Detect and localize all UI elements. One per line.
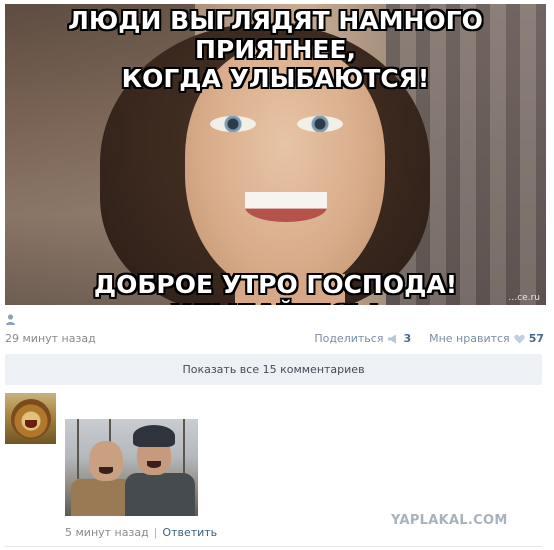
person-left-body: [71, 479, 133, 516]
tree-trunk: [183, 419, 185, 479]
meme-top-caption-line2: КОГДА УЛЫБАЮТСЯ!: [121, 64, 430, 93]
meme-image[interactable]: ЛЮДИ ВЫГЛЯДЯТ НАМНОГО ПРИЯТНЕЕ, КОГДА УЛ…: [5, 4, 546, 305]
person-right-mouth: [147, 461, 161, 468]
megaphone-icon[interactable]: [387, 334, 399, 344]
meme-smile: [245, 192, 327, 222]
divider: [5, 546, 542, 547]
post-time[interactable]: 29 минут назад: [5, 332, 96, 345]
comment-meta: 5 минут назад | Ответить: [65, 526, 217, 539]
like-label[interactable]: Мне нравится: [429, 332, 510, 345]
share-label[interactable]: Поделиться: [314, 332, 383, 345]
meme-right-eye: [297, 116, 343, 132]
person-right-body: [125, 473, 195, 516]
like-count: 57: [528, 332, 544, 345]
comment-photo[interactable]: [65, 419, 198, 516]
person-left-mouth: [99, 467, 113, 474]
tree-trunk: [77, 419, 79, 479]
comment-separator: |: [153, 526, 158, 539]
comment-time[interactable]: 5 минут назад: [65, 526, 149, 539]
meme-watermark: …ce.ru: [508, 293, 540, 303]
user-icon[interactable]: [6, 314, 15, 325]
site-logo: YAPLAKAL.COM: [391, 513, 508, 528]
lion-avatar-icon: [11, 399, 51, 439]
share-count: 3: [403, 332, 412, 345]
meme-top-caption-line1: ЛЮДИ ВЫГЛЯДЯТ НАМНОГО ПРИЯТНЕЕ,: [68, 6, 483, 64]
avatar[interactable]: [5, 393, 56, 444]
heart-icon[interactable]: [514, 334, 525, 344]
reply-link[interactable]: Ответить: [162, 526, 217, 539]
lion-mouth: [25, 420, 37, 428]
meme-top-caption: ЛЮДИ ВЫГЛЯДЯТ НАМНОГО ПРИЯТНЕЕ, КОГДА УЛ…: [5, 6, 546, 93]
post-actions: Поделиться 3 Мне нравится 57: [314, 332, 544, 345]
person-left-head: [89, 441, 123, 481]
show-all-comments-button[interactable]: Показать все 15 комментариев: [5, 354, 542, 385]
person-right-hat: [133, 425, 175, 447]
meme-left-eye: [210, 116, 256, 132]
meme-bottom-caption: ДОБРОЕ УТРО ГОСПОДА! УЛЫБАЙТЕСЬ!: [93, 270, 458, 305]
